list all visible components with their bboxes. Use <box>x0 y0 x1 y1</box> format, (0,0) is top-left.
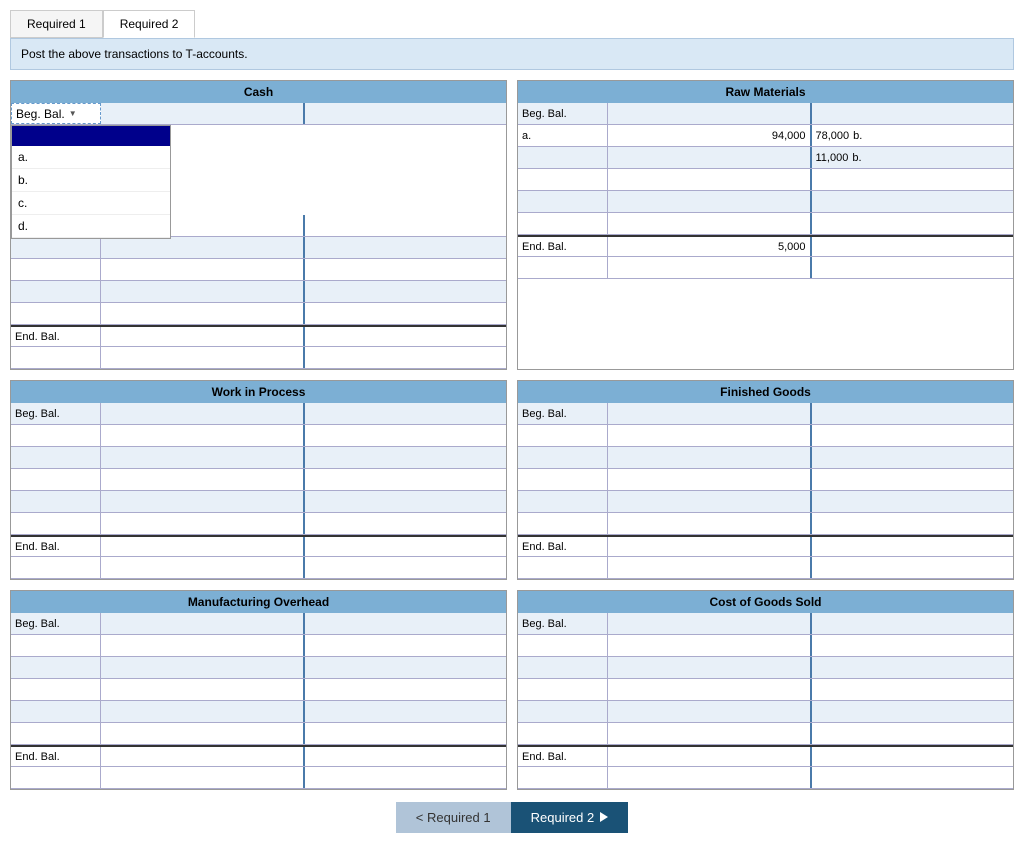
cash-header: Cash <box>11 81 506 103</box>
cogs-row-3 <box>518 679 1013 701</box>
cash-row-begbal: Beg. Bal. ▼ <box>11 103 506 125</box>
page-wrapper: Required 1 Required 2 Post the above tra… <box>0 0 1024 843</box>
cash-row-4 <box>11 281 506 303</box>
mo-row-4 <box>11 701 506 723</box>
fg-endbal-row: End. Bal. <box>518 535 1013 557</box>
fg-row-2 <box>518 447 1013 469</box>
raw-materials-header: Raw Materials <box>518 81 1013 103</box>
cash-begbal-label[interactable]: Beg. Bal. ▼ <box>11 103 101 124</box>
rm-row-3 <box>518 169 1013 191</box>
dropdown-item-b[interactable]: b. <box>12 169 170 192</box>
wip-account: Work in Process Beg. Bal. <box>10 380 507 580</box>
cash-endbal-row: End. Bal. <box>11 325 506 347</box>
tabs-row: Required 1 Required 2 <box>10 10 1014 38</box>
mo-row-1 <box>11 635 506 657</box>
cogs-row-2 <box>518 657 1013 679</box>
finished-goods-body: Beg. Bal. <box>518 403 1013 579</box>
cogs-header: Cost of Goods Sold <box>518 591 1013 613</box>
mo-row-after-end <box>11 767 506 789</box>
mo-endbal-row: End. Bal. <box>11 745 506 767</box>
fg-row-5 <box>518 513 1013 535</box>
cash-row-3 <box>11 259 506 281</box>
cogs-body: Beg. Bal. <box>518 613 1013 789</box>
cogs-row-5 <box>518 723 1013 745</box>
rm-row-after-end <box>518 257 1013 279</box>
cash-body: Beg. Bal. ▼ a. b. c. d. <box>11 103 506 369</box>
fg-row-3 <box>518 469 1013 491</box>
cash-row-after-end <box>11 347 506 369</box>
wip-row-2 <box>11 447 506 469</box>
wip-row-4 <box>11 491 506 513</box>
fg-row-1 <box>518 425 1013 447</box>
cogs-row-1 <box>518 635 1013 657</box>
accounts-grid: Cash Beg. Bal. ▼ a. b. c. <box>10 80 1014 790</box>
mfg-overhead-account: Manufacturing Overhead Beg. Bal. <box>10 590 507 790</box>
rm-row-b2: 11,000b. <box>518 147 1013 169</box>
raw-materials-body: Beg. Bal. a. 94,000 78,000b. 11,000b. <box>518 103 1013 279</box>
rm-row-a: a. 94,000 78,000b. <box>518 125 1013 147</box>
wip-row-5 <box>11 513 506 535</box>
fg-row-after-end <box>518 557 1013 579</box>
mo-row-2 <box>11 657 506 679</box>
cash-row-5 <box>11 303 506 325</box>
prev-button[interactable]: < Required 1 <box>396 802 511 833</box>
instructions-bar: Post the above transactions to T-account… <box>10 38 1014 70</box>
fg-row-begbal: Beg. Bal. <box>518 403 1013 425</box>
dropdown-item-d[interactable]: d. <box>12 215 170 238</box>
wip-row-begbal: Beg. Bal. <box>11 403 506 425</box>
wip-body: Beg. Bal. <box>11 403 506 579</box>
mfg-overhead-header: Manufacturing Overhead <box>11 591 506 613</box>
cogs-row-after-end <box>518 767 1013 789</box>
wip-row-1 <box>11 425 506 447</box>
cogs-row-4 <box>518 701 1013 723</box>
mo-row-3 <box>11 679 506 701</box>
cash-row-2 <box>11 237 506 259</box>
dropdown-item-c[interactable]: c. <box>12 192 170 215</box>
rm-row-4 <box>518 191 1013 213</box>
fg-row-4 <box>518 491 1013 513</box>
finished-goods-header: Finished Goods <box>518 381 1013 403</box>
raw-materials-account: Raw Materials Beg. Bal. a. 94,000 78,000… <box>517 80 1014 370</box>
next-button[interactable]: Required 2 <box>511 802 629 833</box>
dropdown-item-a[interactable]: a. <box>12 146 170 169</box>
tab-required1[interactable]: Required 1 <box>10 10 103 38</box>
tab-required2[interactable]: Required 2 <box>103 10 196 38</box>
wip-row-3 <box>11 469 506 491</box>
mfg-overhead-body: Beg. Bal. <box>11 613 506 789</box>
mo-row-5 <box>11 723 506 745</box>
wip-endbal-row: End. Bal. <box>11 535 506 557</box>
cogs-account: Cost of Goods Sold Beg. Bal. <box>517 590 1014 790</box>
cash-dropdown[interactable]: a. b. c. d. <box>11 125 171 239</box>
cogs-row-begbal: Beg. Bal. <box>518 613 1013 635</box>
rm-row-5 <box>518 213 1013 235</box>
dropdown-selected <box>12 126 170 146</box>
next-arrow-icon <box>600 810 608 825</box>
wip-header: Work in Process <box>11 381 506 403</box>
mo-row-begbal: Beg. Bal. <box>11 613 506 635</box>
wip-row-after-end <box>11 557 506 579</box>
finished-goods-account: Finished Goods Beg. Bal. <box>517 380 1014 580</box>
bottom-nav: < Required 1 Required 2 <box>10 802 1014 833</box>
rm-row-begbal: Beg. Bal. <box>518 103 1013 125</box>
cogs-endbal-row: End. Bal. <box>518 745 1013 767</box>
rm-endbal-row: End. Bal. 5,000 <box>518 235 1013 257</box>
cash-account: Cash Beg. Bal. ▼ a. b. c. <box>10 80 507 370</box>
prev-arrow-icon: < <box>416 810 424 825</box>
